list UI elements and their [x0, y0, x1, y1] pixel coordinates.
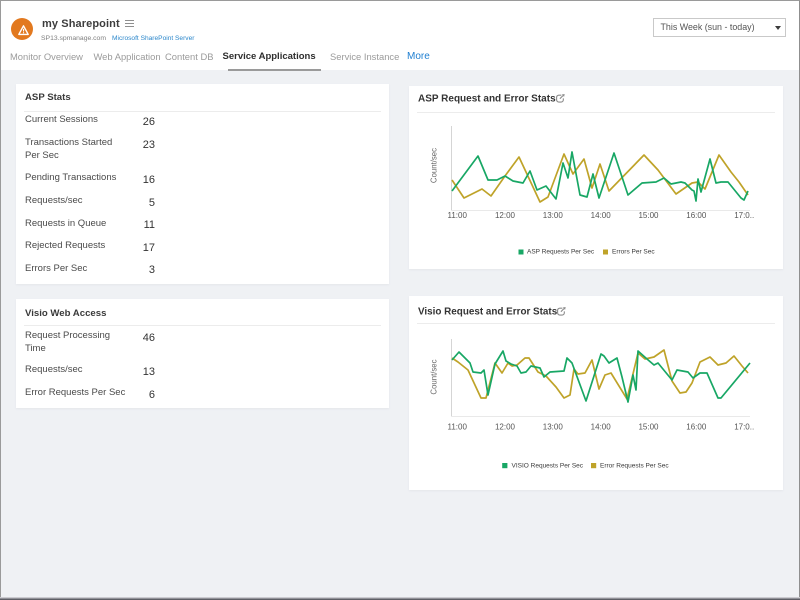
svg-text:13:00: 13:00	[543, 423, 564, 432]
svg-text:13:00: 13:00	[543, 211, 564, 220]
svg-text:11:00: 11:00	[447, 423, 467, 432]
svg-text:14:00: 14:00	[591, 423, 612, 432]
svg-text:17:0..: 17:0..	[734, 423, 754, 432]
svg-text:Count/sec: Count/sec	[430, 359, 439, 394]
svg-text:Count/sec: Count/sec	[430, 148, 439, 183]
svg-text:15:00: 15:00	[638, 423, 659, 432]
svg-text:11:00: 11:00	[447, 211, 467, 220]
svg-text:15:00: 15:00	[638, 211, 659, 220]
svg-text:VISIO Requests Per Sec: VISIO Requests Per Sec	[512, 462, 584, 469]
svg-text:Errors Per Sec: Errors Per Sec	[612, 249, 655, 256]
svg-text:Error Requests Per Sec: Error Requests Per Sec	[600, 462, 669, 469]
svg-text:12:00: 12:00	[495, 211, 516, 220]
svg-text:16:00: 16:00	[686, 423, 707, 432]
svg-text:12:00: 12:00	[495, 423, 516, 432]
svg-text:14:00: 14:00	[591, 211, 612, 220]
svg-text:17:0..: 17:0..	[734, 211, 754, 220]
svg-text:ASP Requests Per Sec: ASP Requests Per Sec	[527, 249, 595, 256]
svg-text:16:00: 16:00	[686, 211, 707, 220]
